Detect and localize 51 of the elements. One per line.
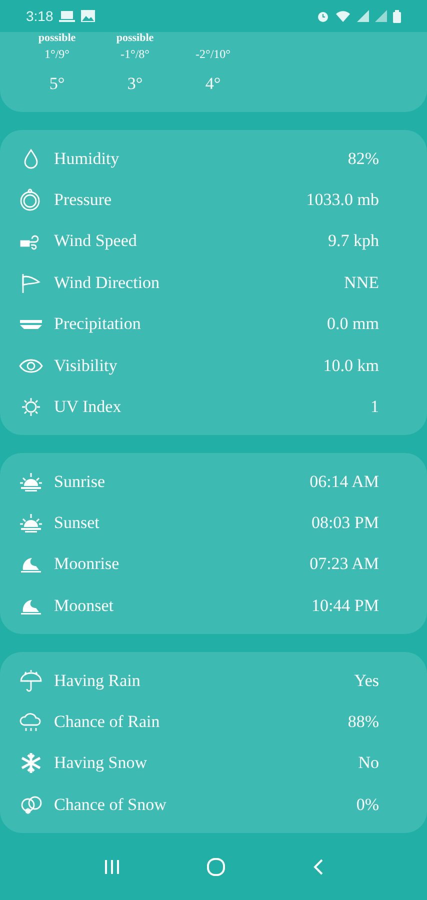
row-value: 1 <box>370 397 379 418</box>
forecast-condition: possible <box>116 32 154 44</box>
row-value: 08:03 PM <box>311 513 379 534</box>
wifi-icon <box>335 10 351 22</box>
row-value: 10:44 PM <box>311 596 379 616</box>
laptop-icon <box>59 10 76 22</box>
signal-icon <box>357 10 369 22</box>
battery-icon <box>393 10 401 22</box>
row-label: Moonrise <box>54 554 120 574</box>
row-value: 0.0 mm <box>327 314 379 334</box>
forecast-temperature: 3° <box>127 74 143 94</box>
row-label: Humidity <box>54 148 120 169</box>
row-label: Moonset <box>54 596 114 616</box>
row-label: Visibility <box>54 356 118 376</box>
row-value: 0% <box>356 794 379 815</box>
row-value: 10.0 km <box>323 356 379 376</box>
row-value: 1033.0 mb <box>306 190 379 210</box>
row-value: 07:23 AM <box>310 554 379 574</box>
back-icon[interactable] <box>312 858 324 876</box>
row-label: Pressure <box>54 190 113 210</box>
alarm-icon <box>317 10 329 22</box>
row-label: UV Index <box>54 397 122 418</box>
forecast-condition: possible <box>38 32 76 44</box>
row-value: 88% <box>348 712 379 732</box>
forecast-temperature: 5° <box>49 74 65 94</box>
sun-horizon-icon <box>18 511 44 536</box>
home-icon[interactable] <box>206 856 226 876</box>
row-label: Having Rain <box>54 670 142 691</box>
row-label: Precipitation <box>54 314 142 334</box>
status-time: 3:18 <box>26 8 54 24</box>
forecast-range: -2°/10° <box>196 47 230 62</box>
signal-icon <box>375 10 387 22</box>
umbrella-icon <box>18 668 44 693</box>
row-value: Yes <box>354 670 379 691</box>
forecast-range: -1°/8° <box>120 47 150 62</box>
row-label: Chance of Snow <box>54 794 168 815</box>
row-label: Sunrise <box>54 472 106 492</box>
row-label: Having Snow <box>54 753 148 774</box>
row-value: 82% <box>348 148 379 169</box>
row-label: Sunset <box>54 513 100 534</box>
image-icon <box>81 10 96 22</box>
row-value: 9.7 kph <box>328 231 379 252</box>
forecast-temperature: 4° <box>205 74 221 94</box>
recent-apps-icon[interactable] <box>102 858 121 874</box>
row-value: No <box>358 753 379 774</box>
forecast-range: 1°/9° <box>44 47 70 62</box>
row-value: 06:14 AM <box>310 472 379 492</box>
row-label: Chance of Rain <box>54 712 161 732</box>
row-value: NNE <box>344 272 379 293</box>
row-label: Wind Direction <box>54 272 161 293</box>
row-label: Wind Speed <box>54 231 138 252</box>
